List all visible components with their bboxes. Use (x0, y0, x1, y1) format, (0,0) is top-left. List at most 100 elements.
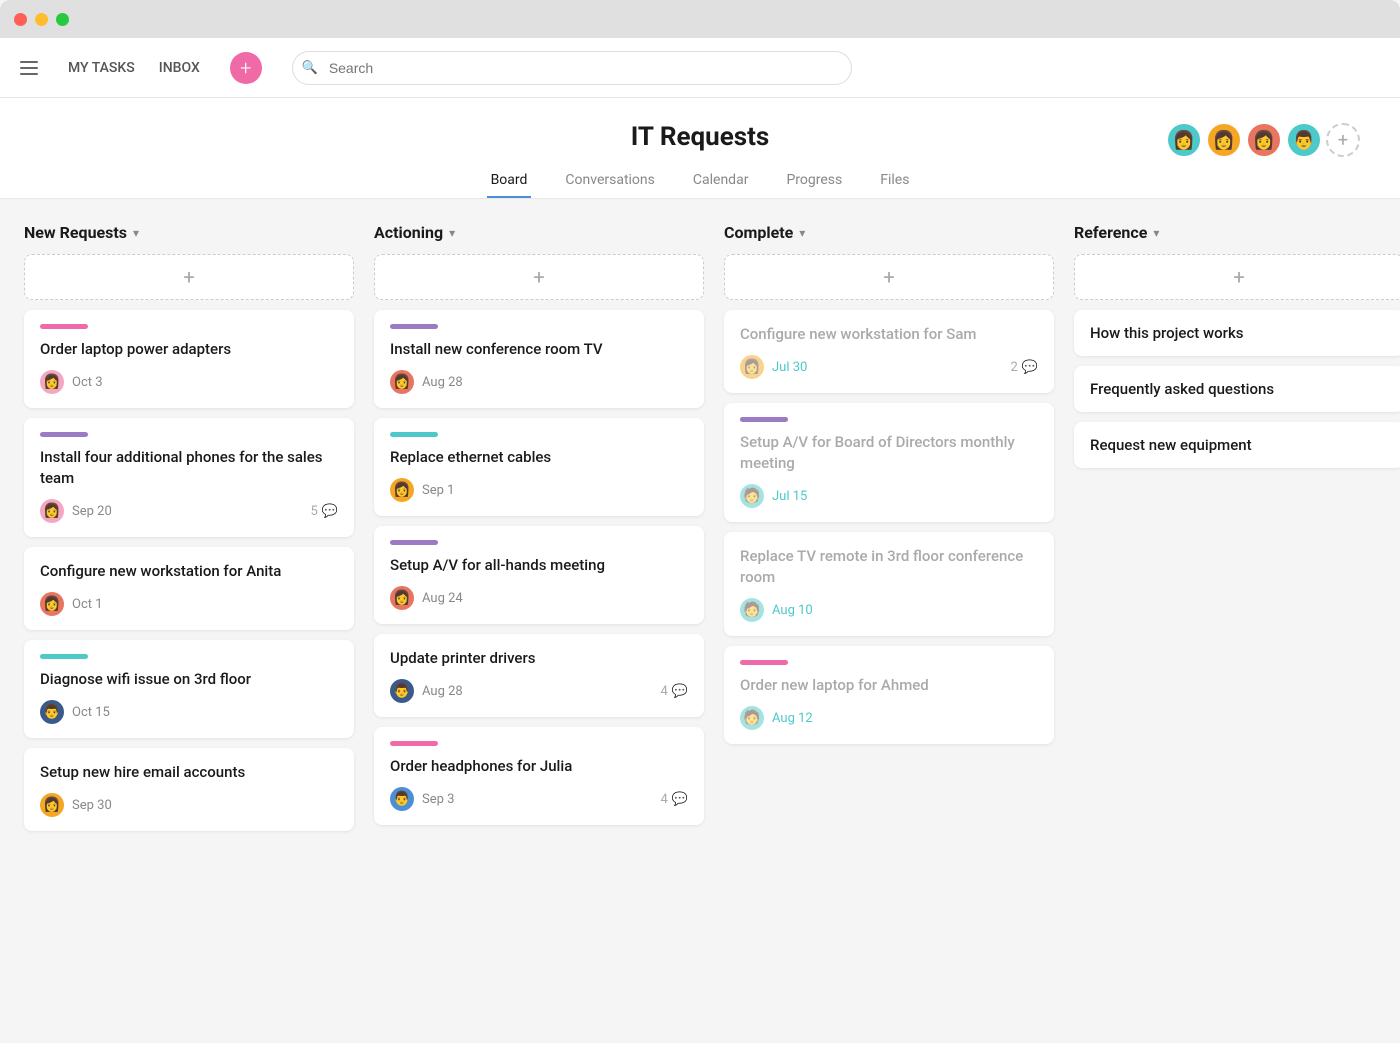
ref-card-r1[interactable]: How this project works (1074, 310, 1400, 356)
column-actioning: Actioning ▾ +Install new conference room… (374, 223, 704, 1019)
maximize-button[interactable] (56, 13, 69, 26)
card-date: Jul 30 (772, 360, 807, 375)
card-c3[interactable]: Configure new workstation for Anita 👩 Oct … (24, 547, 354, 630)
card-meta: 👨 Aug 28 (390, 679, 463, 703)
card-footer: 👨Oct 15 (40, 700, 338, 724)
tab-board[interactable]: Board (487, 164, 532, 198)
project-title: IT Requests (631, 122, 770, 152)
card-footer: 👨Sep 34💬 (390, 787, 688, 811)
hamburger-menu[interactable] (20, 61, 38, 75)
card-c14[interactable]: Order new laptop for Ahmed 🧑Aug 12 (724, 646, 1054, 744)
comment-icon: 💬 (672, 684, 688, 699)
card-c1[interactable]: Order laptop power adapters 👩 Oct 3 (24, 310, 354, 408)
card-date: Aug 28 (422, 684, 463, 699)
column-title: New Requests (24, 223, 127, 242)
tab-calendar[interactable]: Calendar (689, 164, 753, 198)
column-complete: Complete ▾ +Configure new workstation fo… (724, 223, 1054, 1019)
card-avatar: 👩 (390, 586, 414, 610)
card-c7[interactable]: Replace ethernet cables👩Sep 1 (374, 418, 704, 516)
card-meta: 👩 Aug 28 (390, 370, 463, 394)
card-c11[interactable]: Configure new workstation for Sam 👩 Jul 30… (724, 310, 1054, 393)
minimize-button[interactable] (35, 13, 48, 26)
card-c8[interactable]: Setup A/V for all-hands meeting👩Aug 24 (374, 526, 704, 624)
card-color-bar (390, 432, 438, 437)
card-title: Install four additional phones for the s… (40, 447, 338, 489)
card-footer: 👩 Aug 28 (390, 370, 688, 394)
card-meta: 👩 Oct 3 (40, 370, 103, 394)
add-task-button[interactable]: + (230, 52, 262, 84)
card-meta: 👩 Oct 1 (40, 592, 103, 616)
column-chevron-icon[interactable]: ▾ (133, 226, 139, 240)
card-footer: 👩Sep 30 (40, 793, 338, 817)
add-card-button-complete[interactable]: + (724, 254, 1054, 300)
card-avatar: 🧑 (740, 598, 764, 622)
avatar: 👩 (1166, 122, 1202, 158)
card-c10[interactable]: Order headphones for Julia👨Sep 34💬 (374, 727, 704, 825)
card-date: Sep 20 (72, 504, 112, 519)
card-c6[interactable]: Install new conference room TV 👩 Aug 28 (374, 310, 704, 408)
card-avatar: 👩 (40, 592, 64, 616)
card-title: Order new laptop for Ahmed (740, 675, 1038, 696)
card-meta: 👩 Jul 30 (740, 355, 807, 379)
add-member-button[interactable]: + (1326, 123, 1360, 157)
card-c13[interactable]: Replace TV remote in 3rd floor conferenc… (724, 532, 1054, 636)
card-footer: 👩 Oct 3 (40, 370, 338, 394)
card-color-bar (390, 324, 438, 329)
column-chevron-icon[interactable]: ▾ (799, 226, 805, 240)
card-meta: 👨Sep 3 (390, 787, 454, 811)
inbox-link[interactable]: INBOX (149, 54, 210, 82)
card-color-bar (390, 540, 438, 545)
card-color-bar (40, 654, 88, 659)
ref-card-r3[interactable]: Request new equipment (1074, 422, 1400, 468)
card-c4[interactable]: Diagnose wifi issue on 3rd floor👨Oct 15 (24, 640, 354, 738)
column-chevron-icon[interactable]: ▾ (1153, 226, 1159, 240)
card-c2[interactable]: Install four additional phones for the s… (24, 418, 354, 537)
card-title: Replace TV remote in 3rd floor conferenc… (740, 546, 1038, 588)
tab-progress[interactable]: Progress (782, 164, 846, 198)
card-c12[interactable]: Setup A/V for Board of Directors monthly… (724, 403, 1054, 522)
card-title: Order laptop power adapters (40, 339, 338, 360)
card-title: Install new conference room TV (390, 339, 688, 360)
card-meta: 🧑Aug 12 (740, 706, 813, 730)
card-avatar: 👩 (740, 355, 764, 379)
tab-conversations[interactable]: Conversations (561, 164, 658, 198)
card-footer: 👩 Oct 1 (40, 592, 338, 616)
tab-files[interactable]: Files (876, 164, 913, 198)
board: New Requests ▾ + Order laptop power adapt… (0, 199, 1400, 1043)
card-footer: 👩 Aug 24 (390, 586, 688, 610)
my-tasks-link[interactable]: MY TASKS (58, 54, 145, 82)
member-avatars: 👩 👩 👩 👨 + (1166, 122, 1360, 158)
card-footer: 👩Sep 1 (390, 478, 688, 502)
card-c5[interactable]: Setup new hire email accounts👩Sep 30 (24, 748, 354, 831)
add-card-button-actioning[interactable]: + (374, 254, 704, 300)
card-date: Oct 1 (72, 597, 103, 612)
comments-count: 5 (311, 504, 318, 519)
comments-count: 4 (661, 684, 668, 699)
card-c9[interactable]: Update printer drivers👨Aug 284💬 (374, 634, 704, 717)
window-chrome (0, 0, 1400, 38)
comment-icon: 💬 (322, 504, 338, 519)
card-date: Oct 15 (72, 705, 110, 720)
card-meta: 👩 Aug 24 (390, 586, 463, 610)
card-avatar: 👩 (390, 370, 414, 394)
search-input[interactable] (292, 51, 852, 85)
card-footer: 🧑Jul 15 (740, 484, 1038, 508)
card-color-bar (40, 324, 88, 329)
card-date: Aug 10 (772, 603, 813, 618)
card-avatar: 👩 (40, 370, 64, 394)
card-date: Aug 24 (422, 591, 463, 606)
add-card-button-reference[interactable]: + (1074, 254, 1400, 300)
close-button[interactable] (14, 13, 27, 26)
column-chevron-icon[interactable]: ▾ (449, 226, 455, 240)
card-date: Aug 28 (422, 375, 463, 390)
card-color-bar (40, 432, 88, 437)
column-title: Reference (1074, 223, 1147, 242)
card-avatar: 👨 (390, 679, 414, 703)
card-title: Configure new workstation for Anita (40, 561, 338, 582)
card-avatar: 👨 (390, 787, 414, 811)
card-title: Configure new workstation for Sam (740, 324, 1038, 345)
card-date: Oct 3 (72, 375, 103, 390)
ref-card-r2[interactable]: Frequently asked questions (1074, 366, 1400, 412)
add-card-button-new-requests[interactable]: + (24, 254, 354, 300)
card-comments: 2💬 (1011, 360, 1039, 375)
